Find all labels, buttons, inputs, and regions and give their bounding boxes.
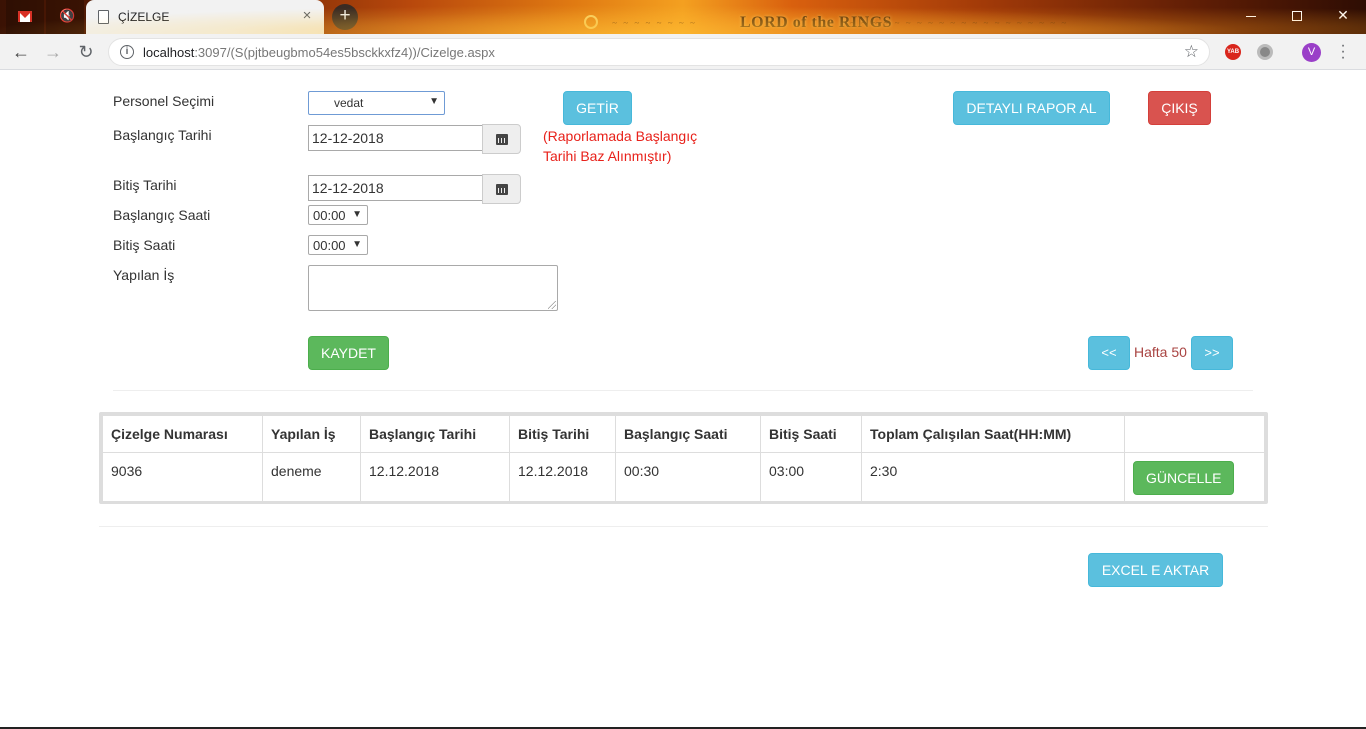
window-close-button[interactable]: ✕ bbox=[1320, 0, 1366, 30]
active-tab[interactable]: ÇİZELGE × bbox=[86, 0, 324, 34]
avatar[interactable]: V bbox=[1302, 43, 1321, 62]
cell-start-date: 12.12.2018 bbox=[360, 452, 510, 502]
detailed-report-button[interactable]: DETAYLI RAPOR AL bbox=[953, 91, 1110, 125]
personel-value: vedat bbox=[334, 96, 364, 110]
divider bbox=[99, 526, 1268, 527]
save-button[interactable]: KAYDET bbox=[308, 336, 389, 370]
week-label: Hafta 50 bbox=[1134, 344, 1187, 360]
column-header: Yapılan İş bbox=[262, 415, 361, 453]
timesheet-table: Çizelge Numarası Yapılan İş Başlangıç Ta… bbox=[99, 412, 1268, 504]
start-time-select[interactable]: 00:00 ▼ bbox=[308, 205, 368, 225]
start-time-label: Başlangıç Saati bbox=[113, 207, 211, 223]
browser-tab-strip: 🔇 ÇİZELGE × + ~ ~ ~ ~ ~ ~ ~ ~ LORD of th… bbox=[0, 0, 1366, 34]
end-time-label: Bitiş Saati bbox=[113, 237, 176, 253]
star-icon[interactable]: ☆ bbox=[1184, 42, 1199, 62]
back-icon[interactable]: ← bbox=[9, 40, 33, 64]
chevron-down-icon: ▼ bbox=[429, 96, 439, 107]
start-date-label: Başlangıç Tarihi bbox=[113, 127, 212, 143]
new-tab-button[interactable]: + bbox=[332, 4, 358, 30]
cell-no: 9036 bbox=[102, 452, 263, 502]
table-row: 9036 deneme 12.12.2018 12.12.2018 00:30 … bbox=[102, 452, 1265, 502]
export-excel-button[interactable]: EXCEL E AKTAR bbox=[1088, 553, 1223, 587]
end-time-select[interactable]: 00:00 ▼ bbox=[308, 235, 368, 255]
theme-decoration: ~ ~ ~ ~ ~ ~ ~ ~ bbox=[612, 18, 697, 28]
url-text: localhost:3097/(S(pjtbeugbmo54es5bsckkxf… bbox=[143, 45, 495, 60]
logout-button[interactable]: ÇIKIŞ bbox=[1148, 91, 1211, 125]
chevron-down-icon: ▼ bbox=[352, 209, 362, 220]
end-time-value: 00:00 bbox=[313, 238, 346, 253]
work-label: Yapılan İş bbox=[113, 267, 175, 283]
tab-title: ÇİZELGE bbox=[118, 10, 170, 24]
report-note: (Raporlamada Başlangıç Tarihi Baz Alınmı… bbox=[543, 126, 697, 166]
start-time-value: 00:00 bbox=[313, 208, 346, 223]
column-header bbox=[1124, 415, 1265, 453]
next-week-button[interactable]: >> bbox=[1191, 336, 1233, 370]
window-restore-button[interactable] bbox=[1274, 0, 1320, 30]
getir-button[interactable]: GETİR bbox=[563, 91, 632, 125]
table-header-row: Çizelge Numarası Yapılan İş Başlangıç Ta… bbox=[102, 415, 1265, 453]
start-date-calendar-button[interactable] bbox=[482, 124, 521, 154]
cell-end-time: 03:00 bbox=[760, 452, 862, 502]
column-header: Çizelge Numarası bbox=[102, 415, 263, 453]
divider bbox=[113, 390, 1253, 391]
forward-icon[interactable]: → bbox=[41, 40, 65, 64]
address-bar[interactable]: i localhost:3097/(S(pjtbeugbmo54es5bsckk… bbox=[108, 38, 1210, 66]
page-content: Personel Seçimi vedat ▼ GETİR DETAYLI RA… bbox=[0, 71, 1366, 727]
info-icon[interactable]: i bbox=[120, 45, 134, 59]
browser-toolbar: ← → ↻ i localhost:3097/(S(pjtbeugbmo54es… bbox=[0, 34, 1366, 70]
report-note-line2: Tarihi Baz Alınmıştır) bbox=[543, 148, 672, 164]
column-header: Başlangıç Saati bbox=[615, 415, 761, 453]
report-note-line1: (Raporlamada Başlangıç bbox=[543, 128, 698, 144]
url-path: :3097/(S(pjtbeugbmo54es5bsckkxfz4))/Cize… bbox=[194, 45, 495, 60]
mute-icon: 🔇 bbox=[59, 8, 76, 23]
calendar-icon bbox=[496, 134, 508, 145]
cell-total: 2:30 bbox=[861, 452, 1125, 502]
reload-icon[interactable]: ↻ bbox=[74, 40, 98, 64]
cell-end-date: 12.12.2018 bbox=[509, 452, 616, 502]
work-textarea[interactable] bbox=[308, 265, 558, 311]
column-header: Bitiş Tarihi bbox=[509, 415, 616, 453]
end-date-calendar-button[interactable] bbox=[482, 174, 521, 204]
personel-select[interactable]: vedat ▼ bbox=[308, 91, 445, 115]
window-minimize-button[interactable] bbox=[1228, 0, 1274, 30]
menu-icon[interactable]: · · · bbox=[1336, 38, 1350, 66]
theme-decoration: ~ ~ ~ ~ ~ ~ ~ ~ ~ ~ ~ ~ ~ ~ ~ ~ ~ ~ ~ ~ bbox=[850, 18, 1069, 28]
start-date-input[interactable]: 12-12-2018 bbox=[308, 125, 483, 151]
cell-work: deneme bbox=[262, 452, 361, 502]
extension-yab-icon[interactable]: YAB bbox=[1225, 44, 1241, 60]
end-date-input[interactable]: 12-12-2018 bbox=[308, 175, 483, 201]
column-header: Başlangıç Tarihi bbox=[360, 415, 510, 453]
page-icon bbox=[98, 10, 109, 24]
pinned-tab-gmail[interactable] bbox=[6, 0, 44, 34]
url-host: localhost bbox=[143, 45, 195, 60]
pinned-tab-muted[interactable]: 🔇 bbox=[46, 0, 84, 34]
chevron-down-icon: ▼ bbox=[352, 239, 362, 250]
cell-start-time: 00:30 bbox=[615, 452, 761, 502]
gmail-icon bbox=[18, 11, 32, 22]
personel-label: Personel Seçimi bbox=[113, 93, 215, 109]
cell-action: GÜNCELLE bbox=[1124, 452, 1265, 502]
update-button[interactable]: GÜNCELLE bbox=[1133, 461, 1235, 495]
end-date-label: Bitiş Tarihi bbox=[113, 177, 177, 193]
resize-grip-icon[interactable] bbox=[548, 301, 556, 309]
extension-circle-icon[interactable] bbox=[1257, 44, 1273, 60]
column-header: Toplam Çalışılan Saat(HH:MM) bbox=[861, 415, 1125, 453]
prev-week-button[interactable]: << bbox=[1088, 336, 1130, 370]
tab-close-icon[interactable]: × bbox=[298, 7, 316, 25]
calendar-icon bbox=[496, 184, 508, 195]
ring-icon bbox=[584, 15, 598, 29]
column-header: Bitiş Saati bbox=[760, 415, 862, 453]
